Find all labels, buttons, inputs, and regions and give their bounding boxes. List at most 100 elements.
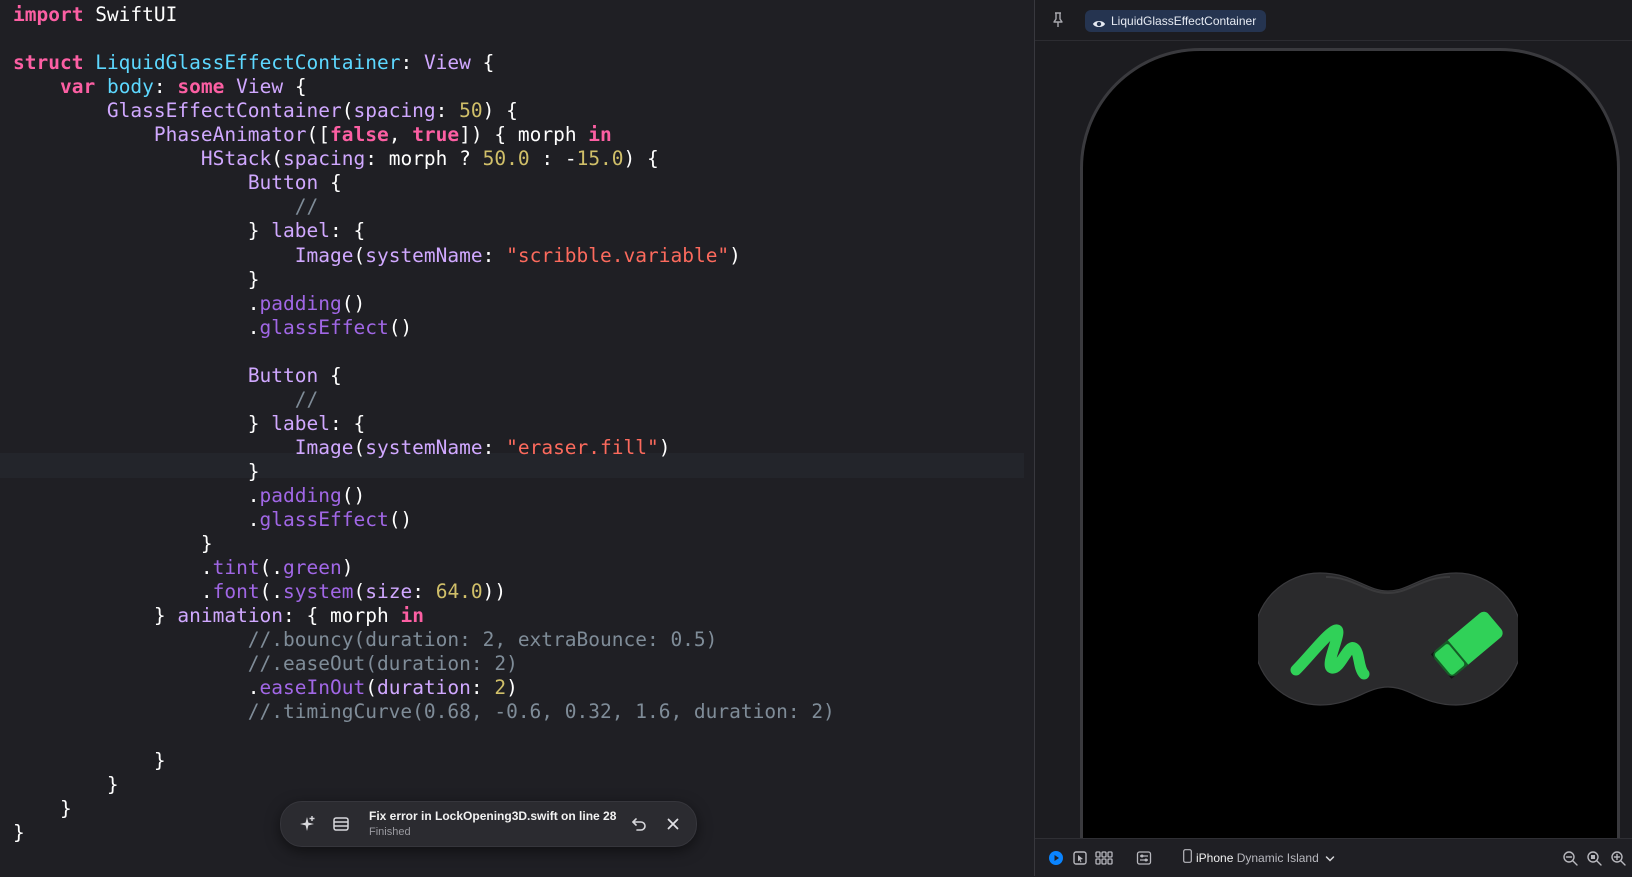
code-line[interactable]: //.easeOut(duration: 2)	[13, 651, 518, 676]
code-line[interactable]: //.timingCurve(0.68, -0.6, 0.32, 1.6, du…	[13, 699, 835, 724]
code-token: label	[271, 219, 330, 243]
code-token: }	[13, 532, 213, 556]
toast-status: Finished	[369, 826, 411, 838]
code-line[interactable]: .padding()	[13, 291, 365, 316]
preview-name-chip[interactable]: LiquidGlassEffectContainer	[1085, 10, 1267, 32]
code-line[interactable]: }	[13, 531, 213, 556]
code-token: "eraser.fill"	[506, 435, 659, 459]
code-line[interactable]: Button {	[13, 170, 342, 195]
code-line[interactable]: Button {	[13, 363, 342, 388]
code-token: .	[13, 484, 260, 507]
code-line[interactable]: var body: some View {	[13, 74, 307, 99]
code-token: }	[13, 411, 272, 435]
code-line[interactable]: } label: {	[13, 411, 365, 436]
code-token: true	[412, 123, 460, 147]
code-token: systemName	[365, 435, 483, 459]
code-token: )	[341, 556, 354, 580]
code-line[interactable]: } label: {	[13, 218, 365, 243]
code-line[interactable]: } animation: { morph in	[13, 603, 424, 628]
selectable-mode-icon[interactable]	[1071, 849, 1089, 867]
eraser-fill-icon[interactable]	[1423, 602, 1513, 686]
code-line[interactable]: //	[13, 387, 319, 412]
code-line[interactable]: }	[13, 772, 119, 797]
code-line[interactable]: .glassEffect()	[13, 315, 412, 340]
toast-title: Fix error in LockOpening3D.swift on line…	[369, 809, 617, 823]
live-mode-icon[interactable]	[1047, 849, 1065, 867]
code-token: ()	[388, 315, 413, 339]
preview-canvas[interactable]: LiquidGlassEffectContainer iPhone Dynami…	[1034, 0, 1632, 877]
code-token: (	[271, 147, 284, 171]
code-token: {	[318, 171, 342, 195]
code-token: : morph ?	[365, 147, 483, 171]
code-token: View	[236, 75, 284, 99]
code-token: Button	[247, 363, 319, 387]
device-picker[interactable]: iPhone Dynamic Island	[1183, 849, 1335, 867]
chevron-down-icon	[1325, 850, 1335, 868]
pin-icon[interactable]	[1049, 11, 1067, 29]
code-token: .	[13, 508, 260, 532]
code-line[interactable]: HStack(spacing: morph ? 50.0 : -15.0) {	[13, 146, 659, 171]
code-token: (	[353, 435, 366, 459]
code-token: ,	[388, 123, 413, 147]
canvas-settings-icon[interactable]	[1135, 849, 1153, 867]
code-token: .	[13, 676, 260, 700]
code-token: .	[13, 291, 260, 315]
code-token: padding	[259, 484, 342, 507]
close-icon[interactable]	[661, 812, 685, 836]
code-token: }	[13, 796, 72, 820]
code-line[interactable]: .easeInOut(duration: 2)	[13, 675, 518, 700]
code-line[interactable]: import SwiftUI	[13, 2, 177, 27]
code-line[interactable]: //.bouncy(duration: 2, extraBounce: 0.5)	[13, 627, 718, 652]
code-token: :	[412, 580, 436, 604]
zoom-fit-icon[interactable]	[1585, 849, 1603, 867]
code-token: 50	[459, 99, 483, 123]
code-line[interactable]: struct LiquidGlassEffectContainer: View …	[13, 50, 494, 75]
code-token: :	[482, 243, 507, 267]
code-line[interactable]: }	[13, 796, 72, 821]
zoom-out-icon[interactable]	[1561, 849, 1579, 867]
code-token: .	[13, 580, 213, 604]
code-token: //.timingCurve(0.68, -0.6, 0.32, 1.6, du…	[13, 700, 835, 724]
sparkle-plus-icon[interactable]	[295, 812, 319, 836]
code-token: //.easeOut(duration: 2)	[13, 652, 518, 676]
code-line[interactable]: .glassEffect()	[13, 507, 412, 532]
scribble-variable-icon[interactable]	[1288, 604, 1378, 684]
code-token: {	[318, 363, 342, 387]
code-line[interactable]: //	[13, 194, 319, 219]
code-token: : {	[329, 219, 366, 243]
code-token: font	[212, 580, 260, 604]
code-line[interactable]: .font(.system(size: 64.0))	[13, 579, 506, 604]
code-line[interactable]: }	[13, 820, 25, 845]
code-line[interactable]: .padding()	[13, 483, 365, 508]
code-line[interactable]: }	[13, 748, 166, 773]
code-line[interactable]: }	[13, 267, 260, 292]
undo-icon[interactable]	[627, 812, 651, 836]
code-token: "scribble.variable"	[506, 243, 730, 267]
variants-grid-icon[interactable]	[1095, 849, 1113, 867]
code-token: //	[13, 387, 319, 411]
eye-icon	[1092, 15, 1106, 37]
stack-icon[interactable]	[329, 812, 353, 836]
code-line[interactable]: Image(systemName: "scribble.variable")	[13, 243, 741, 268]
code-line[interactable]: PhaseAnimator([false, true]) { morph in	[13, 122, 612, 147]
code-token: 15.0	[576, 147, 624, 171]
code-token: (	[353, 243, 366, 267]
code-line[interactable]: .tint(.green)	[13, 555, 354, 580]
code-token: in	[400, 604, 424, 628]
code-token: )	[658, 435, 671, 459]
zoom-in-icon[interactable]	[1609, 849, 1627, 867]
code-line[interactable]: }	[13, 459, 260, 484]
code-token: tint	[212, 556, 260, 580]
code-token: :	[153, 75, 178, 99]
code-token: :	[400, 51, 424, 75]
code-editor[interactable]: import SwiftUI struct LiquidGlassEffectCo…	[0, 0, 1034, 876]
code-token: }	[13, 748, 166, 772]
code-line[interactable]: GlassEffectContainer(spacing: 50) {	[13, 98, 518, 123]
code-line[interactable]: Image(systemName: "eraser.fill")	[13, 435, 671, 460]
